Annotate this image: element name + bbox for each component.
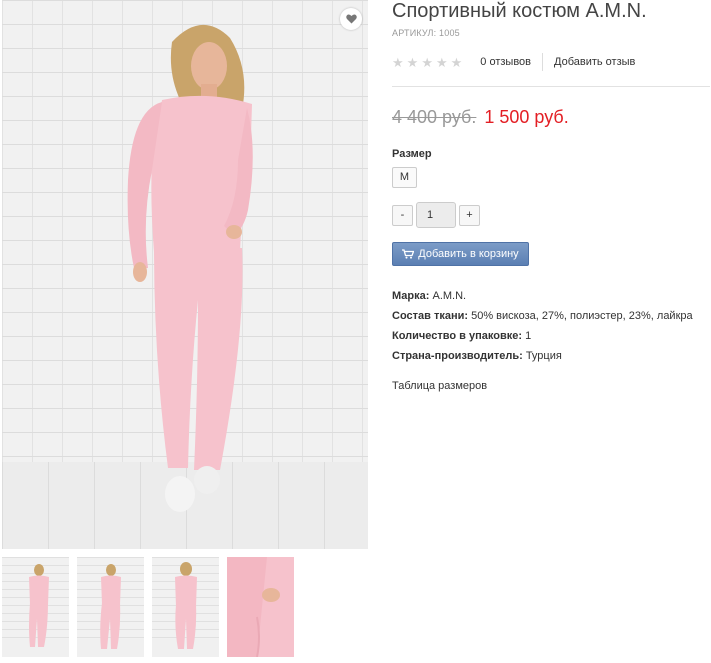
thumbnail-strip <box>2 557 294 657</box>
spec-name: Количество в упаковке: <box>392 330 522 342</box>
star-icon[interactable]: ★ <box>407 56 419 69</box>
spec-name: Состав ткани: <box>392 310 469 322</box>
add-to-cart-button[interactable]: Добавить в корзину <box>392 242 529 266</box>
model-figure <box>127 24 253 512</box>
product-info-panel: Спортивный костюм A.M.N. АРТИКУЛ: 1005 ★… <box>392 0 711 392</box>
wishlist-button[interactable] <box>340 8 362 30</box>
spec-row: Количество в упаковке: 1 <box>392 326 711 346</box>
thumbnail-model <box>175 562 197 649</box>
heart-icon <box>345 14 357 24</box>
product-sku: АРТИКУЛ: 1005 <box>392 28 460 38</box>
quantity-stepper: - + <box>392 202 711 228</box>
price-block: 4 400 руб. 1 500 руб. <box>392 107 711 128</box>
star-icon[interactable]: ★ <box>451 56 463 69</box>
thumbnail-1[interactable] <box>2 557 69 657</box>
cart-icon <box>402 249 415 259</box>
divider <box>392 86 710 87</box>
main-product-image[interactable] <box>2 0 368 549</box>
thumbnail-4[interactable] <box>227 557 294 657</box>
quantity-input[interactable] <box>416 202 456 228</box>
divider <box>542 53 544 71</box>
size-table-link[interactable]: Таблица размеров <box>392 380 711 392</box>
reviews-count-link[interactable]: 0 отзывов <box>480 56 531 68</box>
thumbnail-model <box>100 564 121 649</box>
thumbnail-3[interactable] <box>152 557 219 657</box>
spec-value: Турция <box>525 350 562 362</box>
size-label: Размер <box>392 148 432 160</box>
rating-row: ★ ★ ★ ★ ★ 0 отзывов Добавить отзыв <box>392 52 711 72</box>
star-icon[interactable]: ★ <box>436 56 448 69</box>
quantity-decrease-button[interactable]: - <box>392 204 413 226</box>
old-price: 4 400 руб. <box>392 107 477 127</box>
sale-price: 1 500 руб. <box>484 107 569 127</box>
product-specs: Марка: A.M.N. Состав ткани: 50% вискоза,… <box>392 286 711 366</box>
spec-value: A.M.N. <box>432 290 467 302</box>
size-option-m[interactable]: M <box>392 167 417 188</box>
spec-row: Страна-производитель: Турция <box>392 346 711 366</box>
star-icon[interactable]: ★ <box>421 56 433 69</box>
spec-row: Состав ткани: 50% вискоза, 27%, полиэсте… <box>392 306 711 326</box>
rating-stars[interactable]: ★ ★ ★ ★ ★ <box>392 56 462 69</box>
add-review-link[interactable]: Добавить отзыв <box>554 56 635 68</box>
quantity-increase-button[interactable]: + <box>459 204 480 226</box>
add-to-cart-label: Добавить в корзину <box>418 248 519 260</box>
spec-name: Страна-производитель: <box>392 350 523 362</box>
spec-value: 1 <box>525 330 532 342</box>
thumbnail-2[interactable] <box>77 557 144 657</box>
spec-row: Марка: A.M.N. <box>392 286 711 306</box>
thumbnail-closeup <box>227 557 294 657</box>
thumbnail-model <box>29 564 49 647</box>
star-icon[interactable]: ★ <box>392 56 404 69</box>
spec-value: 50% вискоза, 27%, полиэстер, 23%, лайкра <box>471 310 693 322</box>
product-title: Спортивный костюм A.M.N. <box>392 0 647 22</box>
spec-name: Марка: <box>392 290 430 302</box>
